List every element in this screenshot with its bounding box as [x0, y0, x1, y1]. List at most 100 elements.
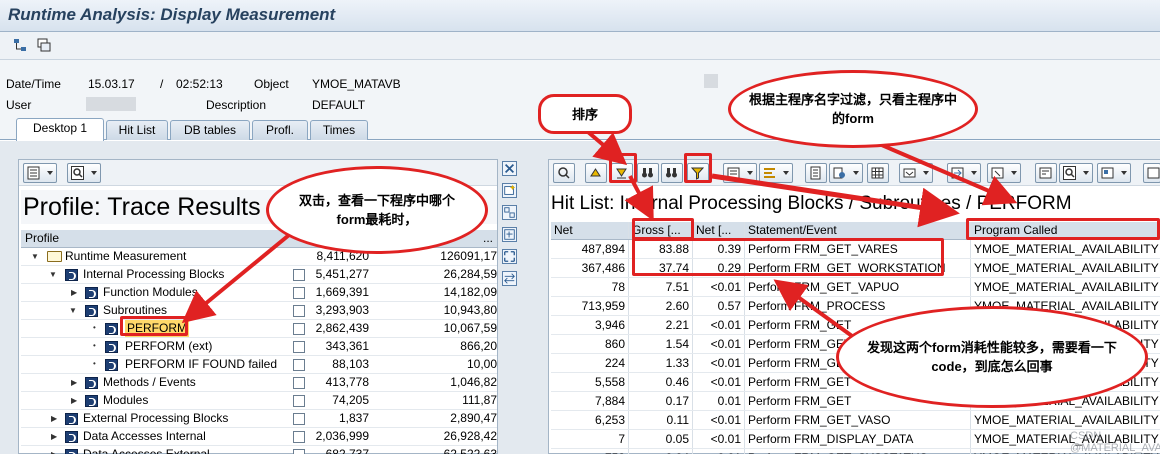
- navigate-button[interactable]: [947, 163, 981, 183]
- overflow-button[interactable]: [1143, 163, 1160, 183]
- tree-value: 111,87: [462, 393, 497, 407]
- user-label: User: [6, 98, 32, 112]
- find-button[interactable]: [637, 163, 659, 183]
- expanded-triangle-icon[interactable]: ▼: [69, 302, 77, 319]
- print-preview-button[interactable]: [805, 163, 827, 183]
- subtotal-button[interactable]: [759, 163, 793, 183]
- chevron-down-icon: [91, 171, 97, 175]
- tree-row-external-processing-blocks[interactable]: ▶ External Processing Blocks 1,837 2,890…: [21, 410, 497, 428]
- top-two-rows-highlight: [632, 238, 944, 276]
- tree-label: PERFORM IF FOUND failed: [125, 357, 278, 371]
- more-tools-button[interactable]: [987, 163, 1021, 183]
- tree-row-perform-ext[interactable]: • PERFORM (ext) 343,361 866,20: [21, 338, 497, 356]
- change-layout-button[interactable]: [867, 163, 889, 183]
- cell-gross: 0.17: [629, 392, 693, 410]
- tree-row-data-accesses-external[interactable]: ▶ Data Accesses External 682,737 62,522,…: [21, 446, 497, 454]
- swap-horizontal-icon[interactable]: [502, 271, 517, 286]
- cell-statement: Perform FRM_GET_VAPUO: [745, 278, 971, 296]
- col3-header: ...: [482, 231, 493, 245]
- collapsed-triangle-icon[interactable]: ▶: [51, 446, 57, 454]
- tab-times[interactable]: Times: [310, 120, 368, 140]
- hit-list-pane: Hit List: Internal Processing Blocks / S…: [548, 159, 1160, 454]
- select-layout-button[interactable]: [899, 163, 933, 183]
- expanded-triangle-icon[interactable]: ▼: [31, 248, 39, 265]
- perform-node-highlight: [120, 316, 188, 336]
- layout-button[interactable]: [23, 163, 57, 183]
- collapsed-triangle-icon[interactable]: ▶: [51, 410, 57, 427]
- tree-value: 866,20: [460, 339, 497, 353]
- tree-row-perform[interactable]: • PERFORM 2,862,439 10,067,59: [21, 320, 497, 338]
- hit-list-row[interactable]: 7 0.05 <0.01 Perform FRM_DISPLAY_DATA YMOE_M…: [551, 430, 1160, 449]
- grid-layout-icon: [871, 167, 884, 179]
- details-button[interactable]: [553, 163, 575, 183]
- search-button[interactable]: [1059, 163, 1093, 183]
- callout-filter-text: 根据主程序名字过滤，只看主程序中的form: [749, 92, 958, 126]
- close-icon[interactable]: [502, 161, 517, 176]
- sort-ascending-button[interactable]: [585, 163, 607, 183]
- cell-gross: 1.54: [629, 335, 693, 353]
- tree-value: 10,00: [466, 357, 497, 371]
- cell-gross: 0.46: [629, 373, 693, 391]
- date-time-separator: /: [160, 77, 164, 91]
- callout-sort-text: 排序: [571, 106, 598, 122]
- column-header-net[interactable]: Net [...: [693, 222, 745, 239]
- cell-gross: 2.21: [629, 316, 693, 334]
- date-time-label: Date/Time: [6, 77, 61, 91]
- cell-net: <0.01: [693, 430, 745, 448]
- hit-list-row[interactable]: 7530.04<0.01Perform FRM_GET_SYSSTATUSYMO…: [551, 449, 1160, 454]
- object-label: Object: [254, 77, 289, 91]
- hit-list-title: Hit List: Internal Processing Blocks / S…: [551, 193, 1072, 214]
- collapsed-triangle-icon[interactable]: ▶: [51, 428, 57, 445]
- tab-profl[interactable]: Profl.: [252, 120, 308, 140]
- tree-row-perform-if-found-failed[interactable]: • PERFORM IF FOUND failed 88,103 10,00: [21, 356, 497, 374]
- tree-value: 343,361: [325, 339, 369, 353]
- find-button[interactable]: [67, 163, 101, 183]
- cell-net-microsec: 7,884: [551, 392, 629, 410]
- tree-value: 682,737: [325, 447, 369, 454]
- copy-windows-icon[interactable]: [36, 37, 52, 53]
- expanded-triangle-icon[interactable]: ▼: [49, 266, 57, 283]
- tab-db-tables[interactable]: DB tables: [170, 120, 250, 140]
- find-next-button[interactable]: [661, 163, 683, 183]
- cell-program-called: YMOE_MATERIAL_AVAILABILITY: [974, 280, 1159, 294]
- maximize-icon[interactable]: [502, 249, 517, 264]
- processing-block-icon: [65, 269, 78, 281]
- cell-gross: 0.04: [629, 449, 693, 454]
- tab-hit-list[interactable]: Hit List: [106, 120, 168, 140]
- tab-desktop-1[interactable]: Desktop 1: [16, 118, 104, 141]
- magnifier-icon: [558, 167, 570, 179]
- chevron-down-icon: [1083, 171, 1089, 175]
- tree-value: 10,067,59: [443, 321, 497, 335]
- export-button[interactable]: [829, 163, 863, 183]
- chevron-down-icon: [47, 171, 53, 175]
- view-icon: [1039, 167, 1052, 179]
- collapsed-triangle-icon[interactable]: ▶: [71, 392, 77, 409]
- tree-value: 1,046,82: [450, 375, 497, 389]
- column-header-net-microsec[interactable]: Net [microse...: [551, 222, 629, 239]
- total-button[interactable]: [723, 163, 757, 183]
- tree-row-data-accesses-internal[interactable]: ▶ Data Accesses Internal 2,036,999 26,92…: [21, 428, 497, 446]
- arrange-icon[interactable]: [502, 227, 517, 242]
- leaf-bullet-icon: •: [93, 323, 96, 332]
- tree-row-methods-events[interactable]: ▶ Methods / Events 413,778 1,046,82: [21, 374, 497, 392]
- tree-row-internal-processing-blocks[interactable]: ▼ Internal Processing Blocks 5,451,277 2…: [21, 266, 497, 284]
- split-window-icon[interactable]: [502, 205, 517, 220]
- hit-list-row[interactable]: 78 7.51 <0.01 Perform FRM_GET_VAPUO YMOE_MAT…: [551, 278, 1160, 297]
- collapsed-triangle-icon[interactable]: ▶: [71, 374, 77, 391]
- cell-net-microsec: 5,558: [551, 373, 629, 391]
- tree-row-runtime-measurement[interactable]: ▼ Runtime Measurement 8,411,620 126091,1…: [21, 248, 497, 266]
- new-window-icon[interactable]: [502, 183, 517, 198]
- tree-value: 5,451,277: [315, 267, 369, 281]
- subtotal-icon: [764, 168, 775, 178]
- column-header-statement-event[interactable]: Statement/Event: [745, 222, 971, 239]
- tree-structure-icon[interactable]: [12, 37, 28, 53]
- hit-list-row[interactable]: 6,253 0.11 <0.01 Perform FRM_GET_VASO YMOE_M…: [551, 411, 1160, 430]
- hit-list-toolbar: [549, 160, 1160, 186]
- tree-row-subroutines[interactable]: ▼ Subroutines 3,293,903 10,943,80: [21, 302, 497, 320]
- leaf-bullet-icon: •: [93, 359, 96, 368]
- tree-row-function-modules[interactable]: ▶ Function Modules 1,669,391 14,182,09: [21, 284, 497, 302]
- settings-button[interactable]: [1097, 163, 1131, 183]
- collapsed-triangle-icon[interactable]: ▶: [71, 284, 77, 301]
- tree-row-modules[interactable]: ▶ Modules 74,205 111,87: [21, 392, 497, 410]
- view-button[interactable]: [1035, 163, 1057, 183]
